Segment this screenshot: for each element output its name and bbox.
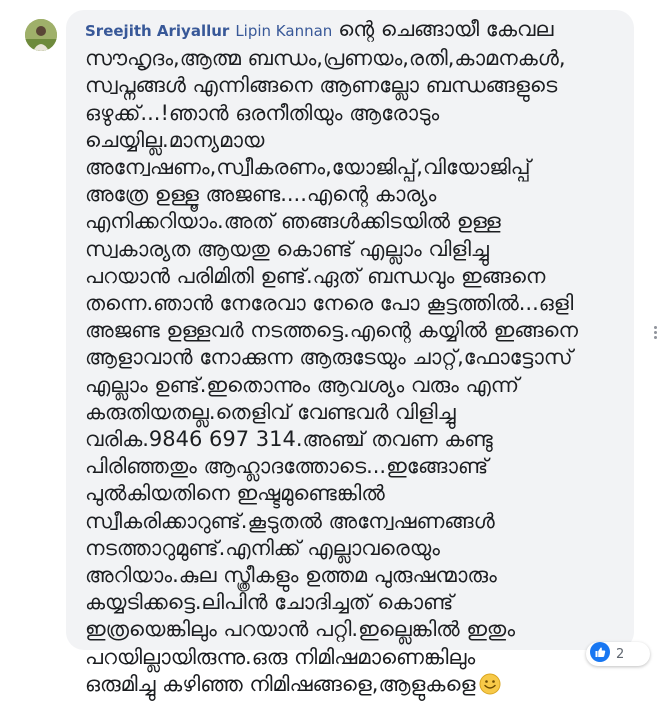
comment-line: അജണ്ട ഉള്ളവർ നടത്തട്ടെ.എന്റെ കയ്യിൽ ഇങ്ങ… — [85, 318, 578, 343]
comment-line: സ്വകാര്യത ആയതു കൊണ്ട് എല്ലാം വിളിച്ചു — [85, 236, 489, 261]
comment-line: ഒരുമിച്ചു കഴിഞ്ഞ നിമിഷങ്ങളെ,ആളുകളെ — [85, 671, 625, 698]
mention-link[interactable]: Lipin Kannan — [235, 22, 332, 40]
comment-line: കരുതിയതല്ല.തെളിവ് വേണ്ടവർ വിളിച്ചു — [85, 399, 456, 424]
comment-last-line: ഒരുമിച്ചു കഴിഞ്ഞ നിമിഷങ്ങളെ,ആളുകളെ — [85, 671, 476, 696]
like-icon — [590, 642, 610, 666]
comment-line: ആളാവാൻ നോക്കുന്ന ആരുടേയും ചാറ്റ്,ഫോട്ടോസ… — [85, 345, 573, 370]
comment-line: തന്നെ.ഞാൻ നേരേവാ നേരെ പോ കൂട്ടത്തിൽ...ഒള… — [85, 291, 574, 316]
comment-line: സൗഹൃദം,ആത്മ ബന്ധം,പ്രണയം,രതി,കാമനകൾ, — [85, 46, 566, 71]
comment-line: സ്വപ്നങ്ങൾ എന്നിങ്ങനെ ആണല്ലോ ബന്ധങ്ങളുടെ — [85, 73, 558, 98]
comment-line: പറയാൻ പരിമിതി ഉണ്ട്.ഏത് ബന്ധവും ഇങ്ങനെ — [85, 263, 546, 288]
comment-line: എല്ലാം ഉണ്ട്.ഇതൊന്നും ആവശ്യം വരും എന്ന് — [85, 372, 520, 397]
reaction-count: 2 — [616, 646, 625, 662]
comment-line: ന്റെ ചെങ്ങായീ കേവല — [338, 17, 554, 41]
comment-first-line: Sreejith Ariyallur Lipin Kannan ന്റെ ചെങ്ങ… — [85, 16, 625, 45]
author-name-link[interactable]: Sreejith Ariyallur — [85, 22, 229, 40]
comment-line: അറിയാം.കുല സ്ത്രീകളും ഉത്തമ പുരുഷന്മാരും — [85, 563, 497, 588]
comment-line: എനിക്കറിയാം.അത് ഞങ്ങൾക്കിടയിൽ ഉള്ള — [85, 209, 501, 234]
comment-line: ഒഴുക്ക്...!ഞാൻ ഒരനീതിയും ആരോടും — [85, 100, 440, 125]
comment-line: പറയില്ലായിരുന്നു.ഒരു നിമിഷമാണെങ്കിലും — [85, 644, 476, 669]
comment-body: Sreejith Ariyallur Lipin Kannan ന്റെ ചെങ്ങ… — [85, 16, 625, 698]
comment-line: സ്വീകരിക്കാറുണ്ട്.കൂടുതൽ അന്വേഷണങ്ങൾ — [85, 508, 495, 533]
comment-line: ഇത്രയെങ്കിലും പറയാൻ പറ്റി.ഇല്ലെങ്കിൽ ഇതു… — [85, 617, 516, 642]
comment-line: നടത്താറുമുണ്ട്.എനിക്ക് എല്ലാവരെയും — [85, 535, 440, 560]
comment-line: വരിക.9846 697 314.അഞ്ച് തവണ കണ്ടു — [85, 427, 493, 452]
comment-line: അത്രേ ഉള്ളൂ അജണ്ട....എന്റെ കാര്യം — [85, 182, 437, 207]
comment-line: ചെയ്യില്ല.മാന്യമായ — [85, 127, 265, 152]
more-options-icon[interactable] — [646, 322, 664, 342]
comment-line: പുൽകിയതിനെ ഇഷ്ടമുണ്ടെങ്കിൽ — [85, 481, 385, 506]
comment-line: പിരിഞ്ഞതും ആഹ്ലാദത്തോടെ...ഇങ്ങോണ്ട് — [85, 454, 489, 479]
smile-emoji-icon — [479, 673, 501, 695]
comment-line: അന്വേഷണം,സ്വീകരണം,യോജിപ്പ്,വിയോജിപ്പ് — [85, 155, 531, 180]
comment-line: കയ്യടിക്കട്ടെ.ലിപിൻ ചോദിച്ചത് കൊണ്ട് — [85, 590, 454, 615]
author-avatar[interactable] — [25, 19, 57, 51]
reaction-summary[interactable]: 2 — [586, 642, 650, 666]
